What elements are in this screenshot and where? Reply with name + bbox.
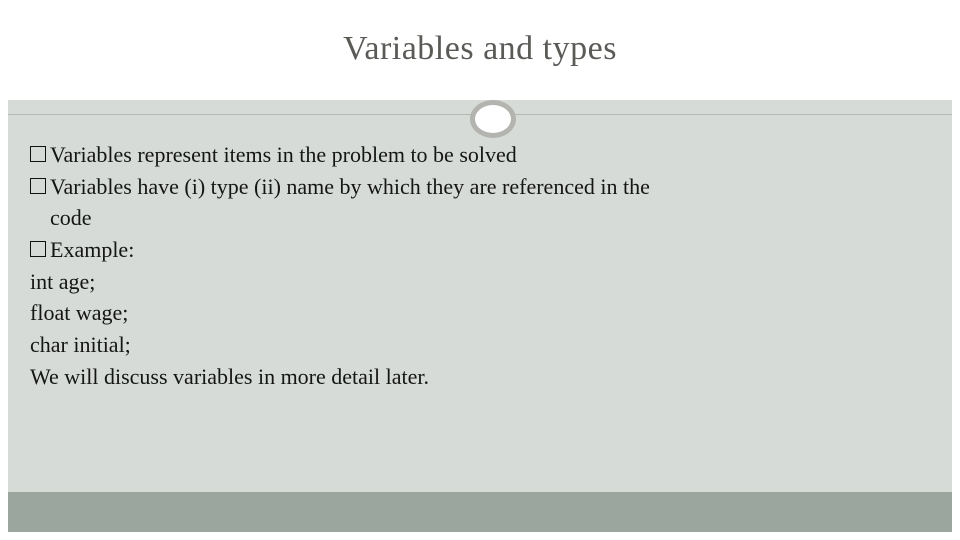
bullet-continuation: code	[30, 203, 930, 233]
bullet-item: Variables represent items in the problem…	[30, 140, 930, 170]
slide-title: Variables and types	[8, 30, 952, 68]
slide-body: Variables represent items in the problem…	[8, 100, 952, 492]
code-line: float wage;	[30, 298, 930, 328]
bullet-item: Example:	[30, 235, 930, 265]
code-line: int age;	[30, 267, 930, 297]
slide-header: Variables and types	[8, 8, 952, 100]
square-bullet-icon	[30, 178, 46, 194]
bullet-text: Variables represent items in the problem…	[50, 140, 930, 170]
square-bullet-icon	[30, 241, 46, 257]
square-bullet-icon	[30, 146, 46, 162]
bullet-text: Example:	[50, 235, 930, 265]
divider-ring-icon	[470, 100, 516, 138]
bullet-text: Variables have (i) type (ii) name by whi…	[50, 172, 930, 202]
code-line: char initial;	[30, 330, 930, 360]
slide-footer-bar	[8, 492, 952, 532]
bullet-item: Variables have (i) type (ii) name by whi…	[30, 172, 930, 202]
body-text: We will discuss variables in more detail…	[30, 362, 930, 392]
